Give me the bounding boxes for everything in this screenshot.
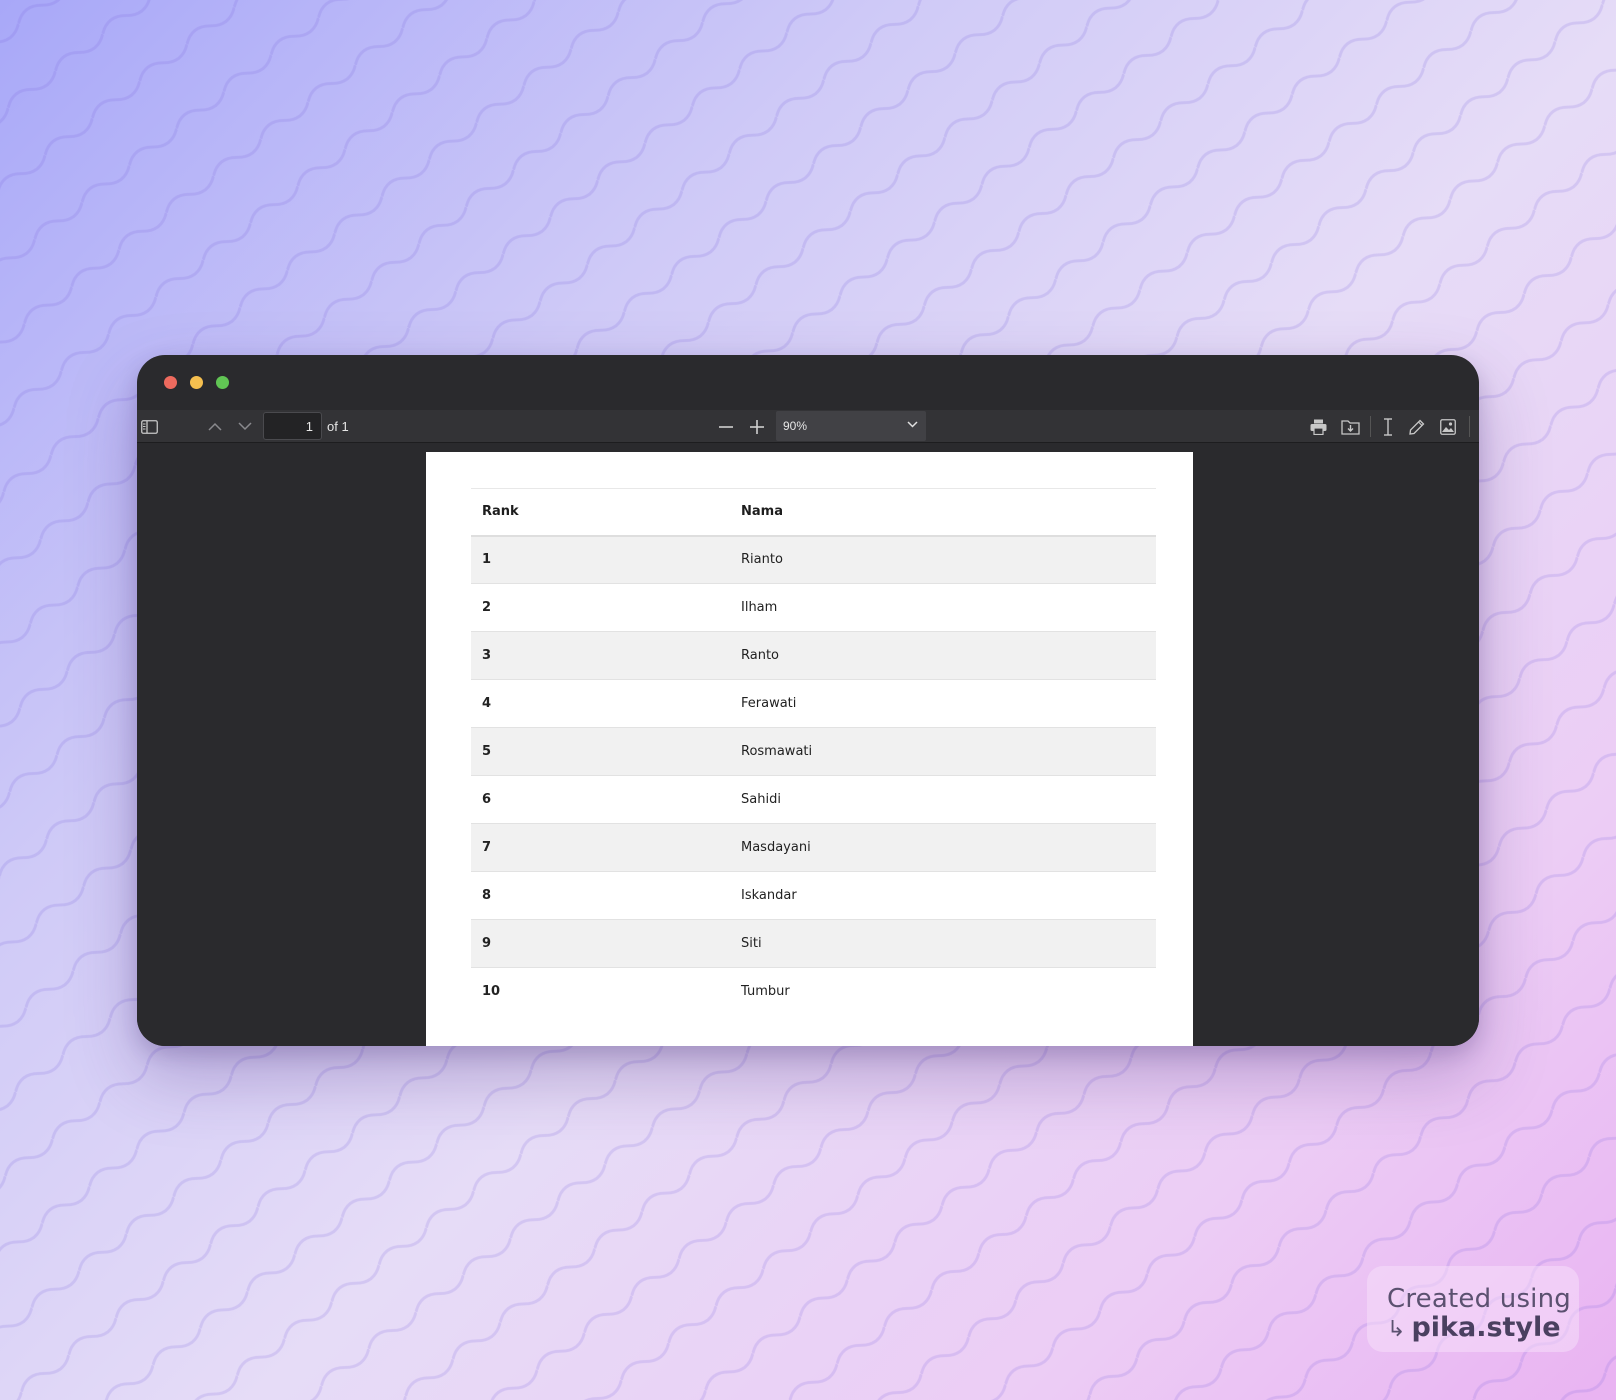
toolbar-separator bbox=[1469, 416, 1470, 437]
zoom-value: 90% bbox=[783, 419, 808, 433]
table-row: 7 Masdayani bbox=[471, 823, 1156, 872]
watermark-created-using: Created using bbox=[1387, 1284, 1571, 1314]
nama-cell: Rianto bbox=[730, 535, 1156, 584]
table-row: 5 Rosmawati bbox=[471, 727, 1156, 776]
table-header-row: Rank Nama bbox=[471, 488, 1156, 537]
pdf-page: Rank Nama 1 Rianto 2 Ilham 3 Ranto 4 Fer… bbox=[426, 452, 1193, 1046]
table-row: 1 Rianto bbox=[471, 535, 1156, 584]
rank-cell: 6 bbox=[471, 775, 730, 824]
page-number-input[interactable]: 1 bbox=[263, 412, 322, 440]
rank-cell: 5 bbox=[471, 727, 730, 776]
nama-cell: Ilham bbox=[730, 583, 1156, 632]
minus-icon[interactable] bbox=[716, 410, 736, 443]
maximize-window-button[interactable] bbox=[216, 376, 229, 389]
rank-cell: 10 bbox=[482, 984, 501, 1000]
rank-cell: 7 bbox=[471, 823, 730, 872]
table-row: 10 Tumbur bbox=[471, 968, 1156, 1016]
pen-icon[interactable] bbox=[1407, 410, 1427, 443]
title-bar bbox=[137, 355, 1479, 410]
table-row: 3 Ranto bbox=[471, 631, 1156, 680]
pika-style-watermark: Created using ↳ pika.style bbox=[1367, 1266, 1579, 1352]
toolbar-separator bbox=[1370, 416, 1371, 437]
rank-cell: 3 bbox=[471, 631, 730, 680]
chevron-down-icon[interactable] bbox=[234, 410, 256, 443]
chevron-up-icon[interactable] bbox=[204, 410, 226, 443]
nama-cell: Iskandar bbox=[730, 871, 1156, 920]
nama-cell: Rosmawati bbox=[730, 727, 1156, 776]
download-icon[interactable] bbox=[1338, 410, 1362, 443]
sidebar-toggle-icon[interactable] bbox=[139, 410, 159, 443]
rank-cell: 1 bbox=[471, 535, 730, 584]
nama-cell: Sahidi bbox=[730, 775, 1156, 824]
print-icon[interactable] bbox=[1307, 410, 1329, 443]
table-row: 8 Iskandar bbox=[471, 871, 1156, 920]
nama-cell: Siti bbox=[730, 919, 1156, 968]
zoom-select[interactable]: 90% bbox=[776, 411, 926, 441]
image-icon[interactable] bbox=[1438, 410, 1458, 443]
column-header-nama: Nama bbox=[730, 488, 1156, 537]
nama-cell: Ferawati bbox=[730, 679, 1156, 728]
watermark-brand: ↳ pika.style bbox=[1387, 1312, 1561, 1343]
chevron-down-icon bbox=[907, 421, 918, 428]
pdf-viewer-window: 1 of 1 90% Rank Nama 1 Rianto 2 Ilham 3 … bbox=[137, 355, 1479, 1046]
rank-cell: 2 bbox=[471, 583, 730, 632]
table-row: 4 Ferawati bbox=[471, 679, 1156, 728]
rank-cell: 8 bbox=[471, 871, 730, 920]
column-header-rank: Rank bbox=[471, 488, 730, 537]
ranking-table: Rank Nama 1 Rianto 2 Ilham 3 Ranto 4 Fer… bbox=[471, 488, 1156, 1016]
close-window-button[interactable] bbox=[164, 376, 177, 389]
nama-cell: Ranto bbox=[730, 631, 1156, 680]
minimize-window-button[interactable] bbox=[190, 376, 203, 389]
document-viewport[interactable]: Rank Nama 1 Rianto 2 Ilham 3 Ranto 4 Fer… bbox=[137, 444, 1479, 1046]
table-row: 6 Sahidi bbox=[471, 775, 1156, 824]
plus-icon[interactable] bbox=[747, 410, 767, 443]
return-arrow-icon: ↳ bbox=[1387, 1317, 1406, 1342]
text-cursor-icon[interactable] bbox=[1379, 410, 1397, 443]
nama-cell: Tumbur bbox=[741, 984, 790, 1000]
table-row: 2 Ilham bbox=[471, 583, 1156, 632]
page-count-label: of 1 bbox=[327, 419, 349, 434]
table-row: 9 Siti bbox=[471, 919, 1156, 968]
rank-cell: 4 bbox=[471, 679, 730, 728]
rank-cell: 9 bbox=[471, 919, 730, 968]
pdf-toolbar: 1 of 1 90% bbox=[137, 410, 1479, 443]
nama-cell: Masdayani bbox=[730, 823, 1156, 872]
watermark-brand-name: pika.style bbox=[1411, 1312, 1561, 1343]
